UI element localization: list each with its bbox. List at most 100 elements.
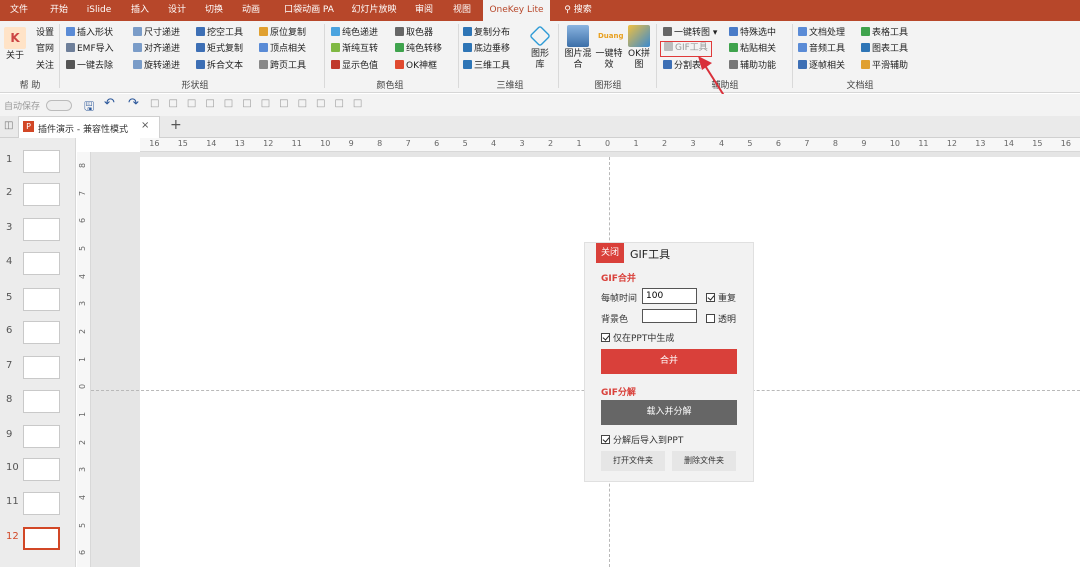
import-after-split-checkbox[interactable]: 分解后导入到PPT (601, 433, 683, 446)
slide-thumbnail[interactable] (23, 492, 60, 515)
frame-related-button[interactable]: 逐帧相关 (798, 58, 845, 74)
lightbulb-icon: ⚲ (564, 5, 571, 15)
audio-icon (798, 43, 807, 52)
tab-transitions[interactable]: 切换 (199, 0, 229, 21)
split-merge-text-button[interactable]: 拆合文本 (196, 58, 243, 74)
ok-collage-button[interactable]: OK拼 图 (625, 25, 653, 71)
shape-library-button[interactable]: 图形 库 (526, 25, 554, 71)
slide-number: 7 (6, 360, 13, 371)
copy-icon (259, 27, 268, 36)
align-progression-button[interactable]: 对齐递进 (133, 41, 180, 57)
shape-icon (66, 27, 75, 36)
tab-insert[interactable]: 插入 (125, 0, 155, 21)
slide-thumbnail[interactable] (23, 321, 60, 344)
slide-thumbnail[interactable] (23, 252, 60, 275)
one-click-effect-button[interactable]: Duang 一键特 效 (594, 25, 624, 71)
redo-icon[interactable]: ↷ (128, 96, 139, 111)
slide-thumbnail[interactable] (23, 288, 60, 311)
copy-distribute-button[interactable]: 复制分布 (463, 25, 510, 41)
ruler-tick-label: 9 (348, 139, 354, 148)
size-progression-button[interactable]: 尺寸递进 (133, 25, 180, 41)
emf-import-button[interactable]: EMF导入 (66, 41, 114, 57)
tab-home[interactable]: 开始 (44, 0, 74, 21)
bg-color-input[interactable] (642, 309, 697, 323)
matrix-icon (196, 43, 205, 52)
window-icon: ◫ (4, 120, 14, 131)
slide-thumbnail[interactable] (23, 425, 60, 448)
bg-color-label: 背景色 (601, 315, 629, 325)
slide-thumbnail[interactable] (23, 356, 60, 379)
slide-thumbnail[interactable] (23, 218, 60, 241)
slide-thumbnail[interactable] (23, 527, 60, 550)
hollow-tool-button[interactable]: 挖空工具 (196, 25, 243, 41)
ruler-tick-label: 5 (747, 139, 753, 148)
tab-slideshow[interactable]: 幻灯片放映 (349, 0, 399, 21)
tab-review[interactable]: 审阅 (409, 0, 439, 21)
ruler-tick-label: 6 (78, 218, 88, 224)
open-folder-button[interactable]: 打开文件夹 (601, 451, 665, 471)
new-tab-icon[interactable]: + (170, 117, 182, 133)
tab-animations[interactable]: 动画 (236, 0, 266, 21)
slide-thumbnail[interactable] (23, 458, 60, 481)
only-ppt-checkbox[interactable]: 仅在PPT中生成 (601, 331, 674, 344)
load-split-button[interactable]: 载入并分解 (601, 400, 737, 425)
image-blend-button[interactable]: 图片混 合 (563, 25, 593, 71)
document-tab[interactable]: P 插件演示 - 兼容性模式 × (18, 116, 160, 138)
slide-thumbnail-panel: 1 2 3 4 5 6 7 8 9 10 11 12 (0, 138, 76, 567)
in-place-copy-button[interactable]: 原位复制 (259, 25, 306, 41)
search-box[interactable]: ⚲ 搜索 (558, 0, 598, 21)
close-panel-button[interactable]: 关闭 (596, 243, 624, 263)
document-title: 插件演示 - 兼容性模式 (38, 125, 128, 135)
tab-view[interactable]: 视图 (447, 0, 477, 21)
slide-thumbnail[interactable] (23, 150, 60, 173)
color-picker-button[interactable]: 取色器 (395, 25, 433, 41)
show-color-value-button[interactable]: 显示色值 (331, 58, 378, 74)
tab-onekey-lite[interactable]: OneKey Lite (483, 0, 550, 21)
merge-button[interactable]: 合并 (601, 349, 737, 374)
matrix-copy-button[interactable]: 矩式复制 (196, 41, 243, 57)
ok-frame-button[interactable]: OK神框 (395, 58, 437, 74)
one-click-remove-button[interactable]: 一键去除 (66, 58, 113, 74)
about-button[interactable]: K 关于 (3, 27, 27, 62)
gradient-convert-button[interactable]: 渐纯互转 (331, 41, 378, 57)
chart-tool-button[interactable]: 图表工具 (861, 41, 908, 57)
select-icon (729, 27, 738, 36)
special-select-button[interactable]: 特殊选中 (729, 25, 776, 41)
vertex-button[interactable]: 顶点相关 (259, 41, 306, 57)
tab-file[interactable]: 文件 (4, 0, 34, 21)
one-click-to-image-button[interactable]: 一键转图 ▾ (663, 25, 717, 41)
color-transfer-button[interactable]: 纯色转移 (395, 41, 442, 57)
smooth-assist-button[interactable]: 平滑辅助 (861, 58, 908, 74)
autosave-label: 自动保存 (4, 102, 41, 112)
import-check-icon (601, 435, 610, 444)
cross-page-tool-button[interactable]: 跨页工具 (259, 58, 306, 74)
frame-time-input[interactable] (642, 288, 697, 304)
slide-thumbnail[interactable] (23, 390, 60, 413)
rotate-progression-button[interactable]: 旋转递进 (133, 58, 180, 74)
solid-progression-button[interactable]: 纯色递进 (331, 25, 378, 41)
3d-tool-button[interactable]: 三维工具 (463, 58, 510, 74)
autosave-toggle[interactable] (46, 100, 72, 111)
undo-icon[interactable]: ↶ (104, 96, 115, 111)
transparent-checkbox[interactable]: 透明 (706, 312, 736, 325)
qat-extra-icons[interactable]: □□□□□□□□□□□□ (150, 98, 371, 109)
repeat-checkbox[interactable]: 重复 (706, 291, 736, 304)
tab-pocket-animation[interactable]: 口袋动画 PA (279, 0, 339, 21)
delete-folder-button[interactable]: 删除文件夹 (672, 451, 736, 471)
quick-access-toolbar: 自动保存 🖫 ↶ ↷ □□□□□□□□□□□□ (0, 94, 1080, 116)
save-icon[interactable]: 🖫 (84, 97, 94, 118)
insert-shape-button[interactable]: 插入形状 (66, 25, 113, 41)
settings-button[interactable]: 设置 (36, 25, 54, 41)
doc-process-button[interactable]: 文档处理 (798, 25, 845, 41)
tab-design[interactable]: 设计 (162, 0, 192, 21)
close-tab-icon[interactable]: × (141, 120, 149, 131)
tab-islide[interactable]: iSlide (84, 0, 114, 21)
official-site-button[interactable]: 官网 (36, 41, 54, 57)
table-tool-button[interactable]: 表格工具 (861, 25, 908, 41)
ruler-tick-label: 1 (78, 356, 88, 362)
slide-thumbnail[interactable] (23, 183, 60, 206)
follow-button[interactable]: 关注 (36, 58, 54, 74)
audio-tool-button[interactable]: 音频工具 (798, 41, 845, 57)
bottom-shift-button[interactable]: 底边垂移 (463, 41, 510, 57)
ruler-tick-label: 8 (377, 139, 383, 148)
